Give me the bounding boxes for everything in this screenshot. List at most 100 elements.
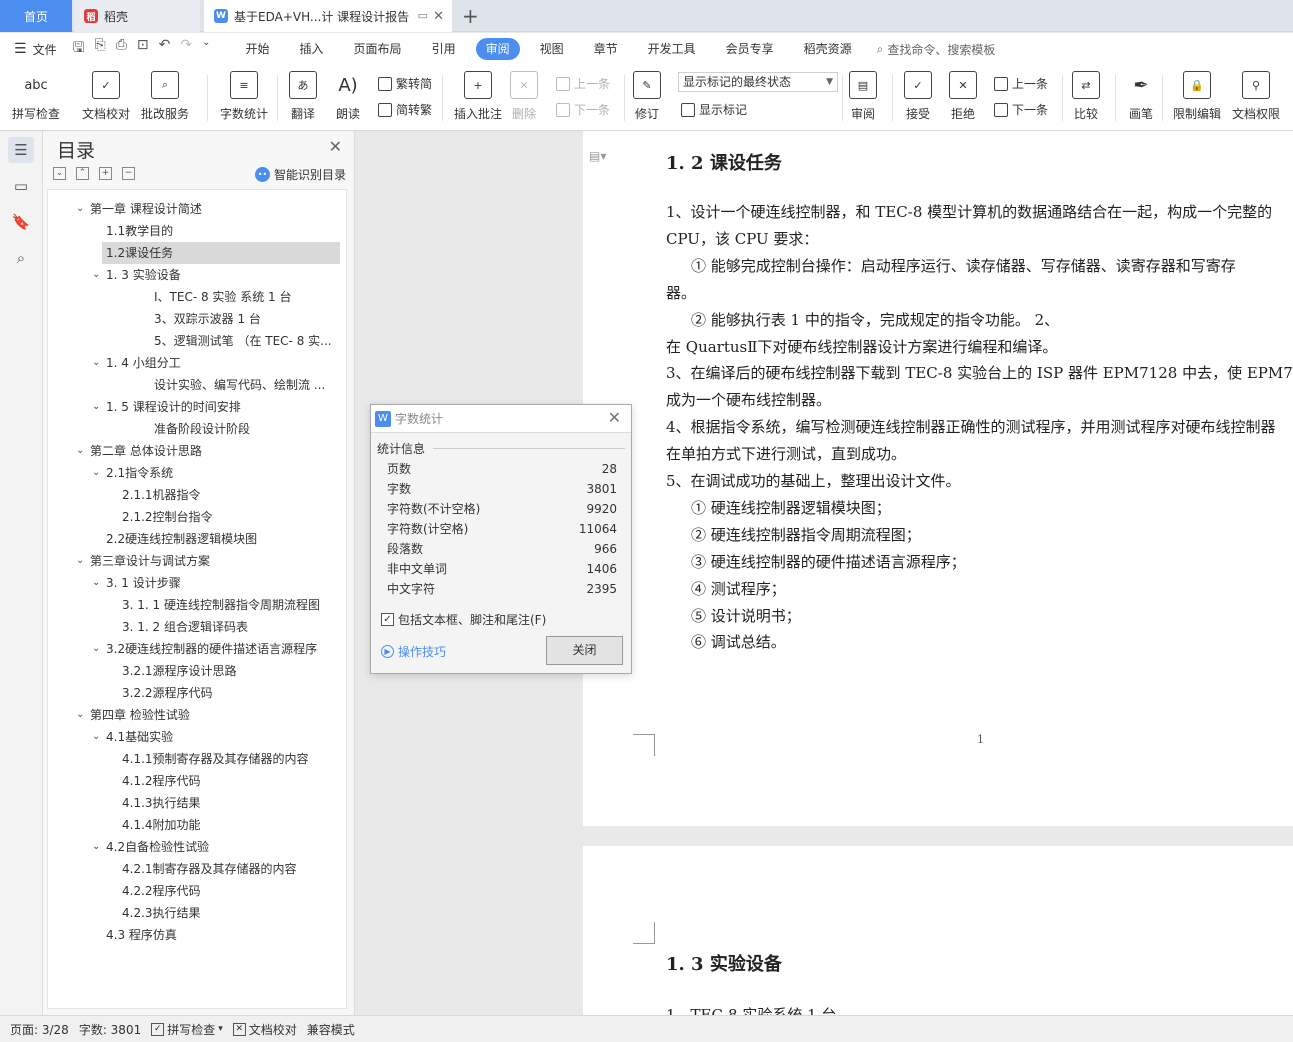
toc-item[interactable]: 2.1.2控制台指令 bbox=[122, 506, 340, 528]
file-menu[interactable]: ☰ 文件 bbox=[14, 41, 57, 58]
close-icon[interactable]: ✕ bbox=[329, 137, 342, 156]
toc-item[interactable]: 1. 4 小组分工 bbox=[106, 352, 340, 374]
close-button[interactable]: 关闭 bbox=[546, 636, 623, 665]
toc-item[interactable]: 4.1基础实验 bbox=[106, 726, 340, 748]
toc-item[interactable]: 3.2.1源程序设计思路 bbox=[122, 660, 340, 682]
menu-tab-7[interactable]: 开发工具 bbox=[633, 38, 711, 60]
undo-icon[interactable]: ↶ bbox=[159, 37, 171, 61]
word-count-button[interactable]: ≡ 字数统计 bbox=[220, 71, 268, 122]
toc-item[interactable]: 3. 1. 2 组合逻辑译码表 bbox=[122, 616, 340, 638]
pen-button[interactable]: ✒ 画笔 bbox=[1127, 71, 1155, 122]
monitor-icon[interactable]: ▭ bbox=[418, 9, 428, 22]
chevron-down-icon[interactable]: ⌄ bbox=[92, 396, 100, 418]
chevron-down-icon[interactable]: ⌄ bbox=[92, 638, 100, 660]
compare-button[interactable]: ⇄ 比较 bbox=[1072, 71, 1100, 122]
expand-icon[interactable]: + bbox=[99, 167, 112, 180]
menu-tab-0[interactable]: 开始 bbox=[231, 38, 285, 60]
menu-tab-5[interactable]: 视图 bbox=[525, 38, 579, 60]
collapse-up-icon[interactable]: ⌃ bbox=[76, 167, 89, 180]
toc-item[interactable]: 4.3 程序仿真 bbox=[106, 924, 340, 946]
page-menu-icon[interactable]: ▤▾ bbox=[589, 149, 606, 163]
include-footnotes-checkbox[interactable]: ✓ 包括文本框、脚注和尾注(F) bbox=[381, 611, 546, 628]
chevron-down-icon[interactable]: ⌄ bbox=[92, 836, 100, 858]
menu-tab-9[interactable]: 稻壳资源 bbox=[789, 38, 867, 60]
revise-button[interactable]: ✎ 修订 bbox=[633, 71, 661, 122]
toc-item[interactable]: 4.1.3执行结果 bbox=[122, 792, 340, 814]
next-comment-button[interactable]: 下一条 bbox=[556, 101, 610, 118]
chevron-down-icon[interactable]: ⌄ bbox=[76, 704, 84, 726]
delete-comment-button[interactable]: ✕ 删除 bbox=[510, 71, 538, 122]
chevron-down-icon[interactable]: ⌄ bbox=[76, 550, 84, 572]
collapse-icon[interactable]: − bbox=[122, 167, 135, 180]
toc-item[interactable]: 第三章设计与调试方案 bbox=[90, 550, 340, 572]
spell-check-button[interactable]: abc 拼写检查 bbox=[12, 71, 60, 122]
toc-item[interactable]: 4.2自备检验性试验 bbox=[106, 836, 340, 858]
toc-item[interactable]: 1. 5 课程设计的时间安排 bbox=[106, 396, 340, 418]
toc-item[interactable]: 2.1指令系统 bbox=[106, 462, 340, 484]
review-button[interactable]: ▤ 审阅 bbox=[849, 71, 877, 122]
new-tab-icon[interactable]: + bbox=[462, 4, 479, 28]
toc-item[interactable]: 第一章 课程设计简述 bbox=[90, 198, 340, 220]
batch-service-button[interactable]: ⌕ 批改服务 bbox=[141, 71, 189, 122]
print-preview-icon[interactable]: ⊡ bbox=[137, 37, 149, 61]
simp-to-trad-button[interactable]: 简转繁 bbox=[378, 101, 432, 118]
close-icon[interactable]: ✕ bbox=[608, 408, 621, 427]
markup-state-select[interactable]: 显示标记的最终状态 ▼ bbox=[678, 72, 838, 92]
chevron-down-icon[interactable]: ⌄ bbox=[76, 440, 84, 462]
toc-item[interactable]: Ⅰ、TEC- 8 实验 系统 1 台 bbox=[154, 286, 340, 308]
toc-item[interactable]: 5、逻辑测试笔 （在 TEC- 8 实... bbox=[154, 330, 340, 352]
toc-item[interactable]: 2.1.1机器指令 bbox=[122, 484, 340, 506]
chapter-nav-icon[interactable]: ▭ bbox=[8, 173, 34, 199]
chevron-down-icon[interactable]: ⌄ bbox=[92, 352, 100, 374]
toc-item[interactable]: 3、双踪示波器 1 台 bbox=[154, 308, 340, 330]
close-tab-icon[interactable]: ✕ bbox=[433, 9, 444, 24]
doc-rights-button[interactable]: ⚲ 文档权限 bbox=[1232, 71, 1280, 122]
chevron-down-icon[interactable]: ⌄ bbox=[92, 572, 100, 594]
toc-item[interactable]: 4.1.1预制寄存器及其存储器的内容 bbox=[122, 748, 340, 770]
tab-daoke[interactable]: 稻 稻壳 bbox=[74, 0, 200, 32]
read-aloud-button[interactable]: A) 朗读 bbox=[334, 71, 362, 122]
toc-item[interactable]: 第二章 总体设计思路 bbox=[90, 440, 340, 462]
export-pdf-icon[interactable]: ⎘ bbox=[95, 37, 106, 61]
menu-tab-1[interactable]: 插入 bbox=[285, 38, 339, 60]
toc-item[interactable]: 设计实验、编写代码、绘制流 ... bbox=[154, 374, 340, 396]
prev-change-button[interactable]: 上一条 bbox=[994, 75, 1048, 92]
toc-item[interactable]: 4.2.1制寄存器及其存储器的内容 bbox=[122, 858, 340, 880]
redo-icon[interactable]: ↷ bbox=[180, 37, 192, 61]
chevron-down-icon[interactable]: ⌄ bbox=[92, 462, 100, 484]
toc-nav-icon[interactable]: ☰ bbox=[8, 137, 34, 163]
status-doc-proof[interactable]: ✕ 文档校对 bbox=[232, 1021, 297, 1038]
reject-button[interactable]: ✕ 拒绝 bbox=[949, 71, 977, 122]
accept-button[interactable]: ✓ 接受 bbox=[904, 71, 932, 122]
toc-item[interactable]: 3. 1 设计步骤 bbox=[106, 572, 340, 594]
next-change-button[interactable]: 下一条 bbox=[994, 101, 1048, 118]
search-icon[interactable]: ⌕ bbox=[8, 245, 34, 271]
toc-item[interactable]: 4.1.4附加功能 bbox=[122, 814, 340, 836]
command-search[interactable]: ⌕ 查找命令、搜索模板 bbox=[877, 41, 996, 58]
status-spell-check[interactable]: ✓ 拼写检查 ▾ bbox=[151, 1021, 223, 1038]
chevron-down-icon[interactable]: ⌄ bbox=[76, 198, 84, 220]
toc-item[interactable]: 2.2硬连线控制器逻辑模块图 bbox=[106, 528, 340, 550]
toc-item[interactable]: 1.2课设任务 bbox=[102, 242, 340, 264]
tips-link[interactable]: ▶ 操作技巧 bbox=[381, 643, 446, 660]
tab-document[interactable]: W 基于EDA+VH...计 课程设计报告 ▭ ✕ bbox=[204, 0, 452, 32]
toc-item[interactable]: 3.2硬连线控制器的硬件描述语言源程序 bbox=[106, 638, 340, 660]
smart-toc-button[interactable]: •• 智能识别目录 bbox=[254, 166, 346, 183]
toc-item[interactable]: 3.2.2源程序代码 bbox=[122, 682, 340, 704]
print-icon[interactable]: ⎙ bbox=[116, 37, 127, 61]
toc-item[interactable]: 4.2.3执行结果 bbox=[122, 902, 340, 924]
menu-tab-3[interactable]: 引用 bbox=[417, 38, 471, 60]
toc-item[interactable]: 3. 1. 1 硬连线控制器指令周期流程图 bbox=[122, 594, 340, 616]
restrict-edit-button[interactable]: 🔒 限制编辑 bbox=[1173, 71, 1221, 122]
bookmark-icon[interactable]: 🔖 bbox=[8, 209, 34, 235]
trad-to-simp-button[interactable]: 繁转简 bbox=[378, 75, 432, 92]
menu-tab-8[interactable]: 会员专享 bbox=[711, 38, 789, 60]
prev-comment-button[interactable]: 上一条 bbox=[556, 75, 610, 92]
menu-tab-4[interactable]: 审阅 bbox=[475, 38, 520, 60]
insert-comment-button[interactable]: + 插入批注 bbox=[454, 71, 502, 122]
menu-tab-2[interactable]: 页面布局 bbox=[339, 38, 417, 60]
tab-home[interactable]: 首页 bbox=[0, 0, 72, 32]
word-count-indicator[interactable]: 字数: 3801 bbox=[79, 1021, 141, 1038]
collapse-down-icon[interactable]: ⌄ bbox=[53, 167, 66, 180]
chevron-down-icon[interactable]: ⌄ bbox=[92, 264, 100, 286]
